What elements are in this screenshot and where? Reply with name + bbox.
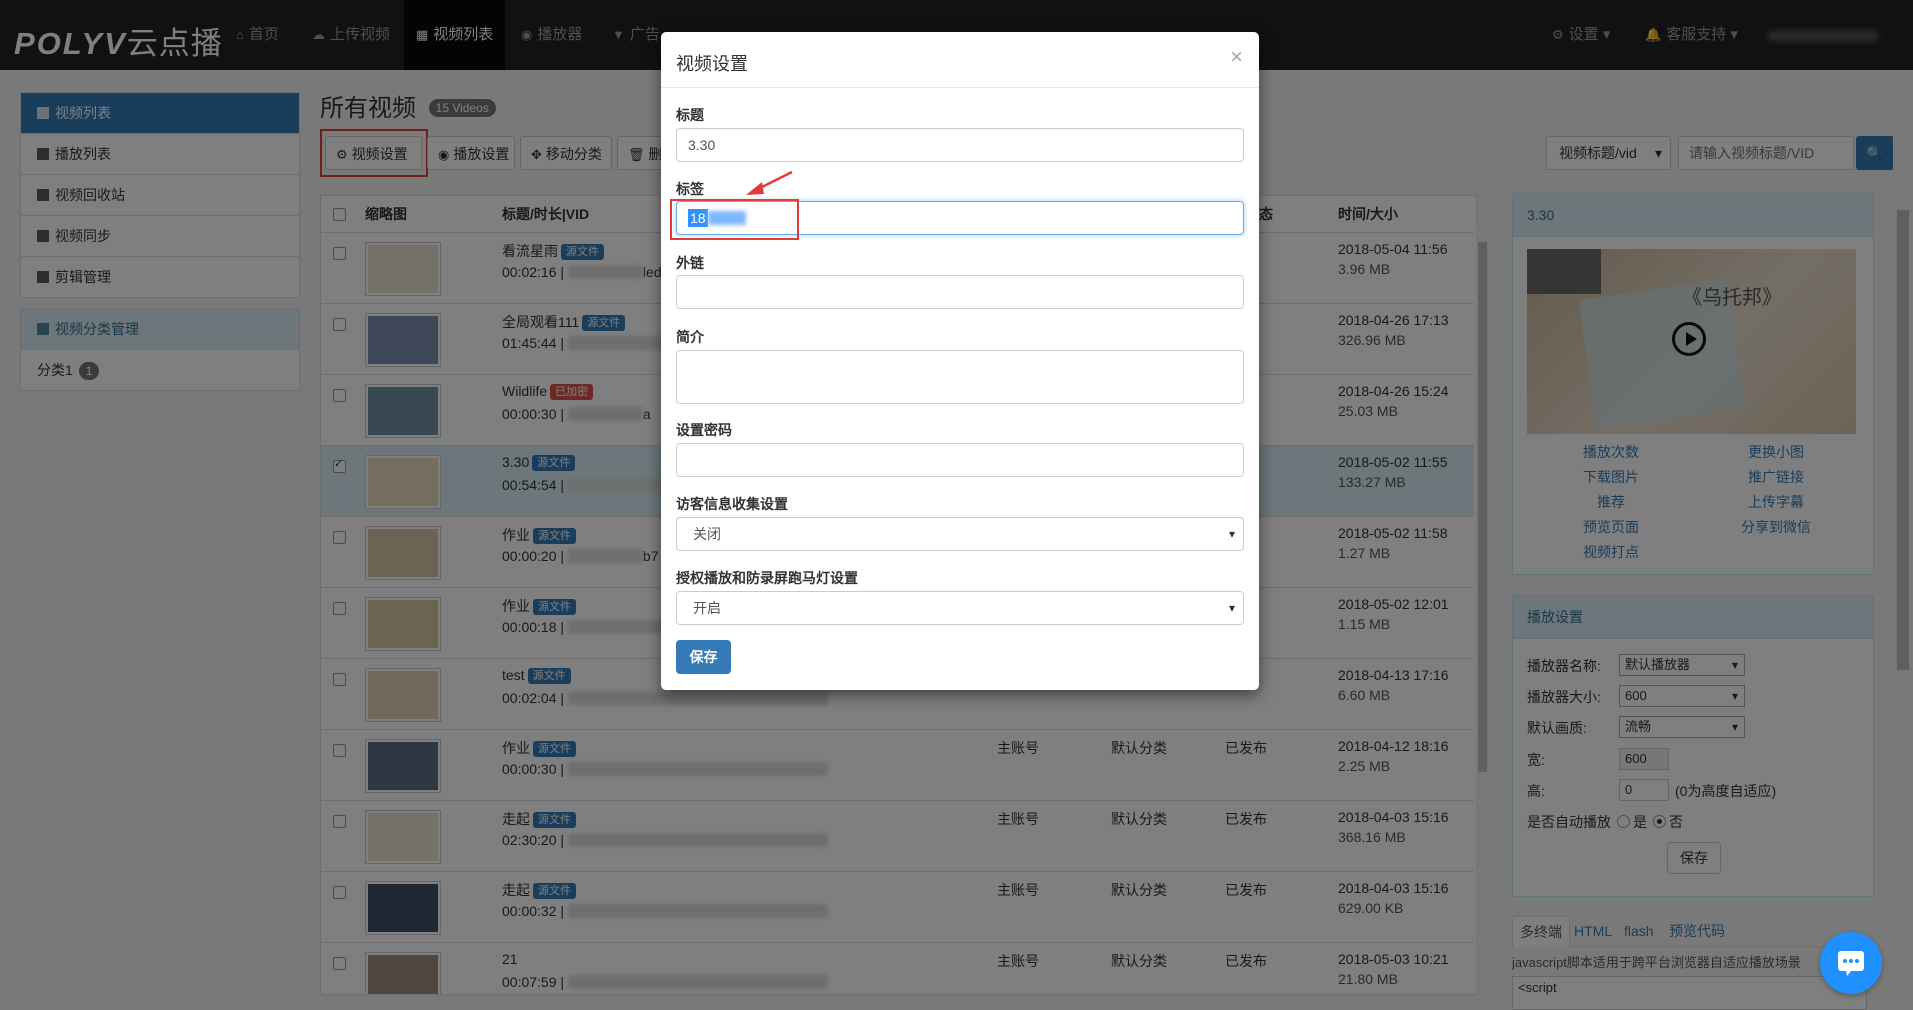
chat-button[interactable] [1820,932,1882,994]
password-input[interactable] [676,443,1244,477]
visitor-info-label: 访客信息收集设置 [676,496,788,512]
tags-label: 标签 [676,181,704,197]
modal-divider [661,87,1259,88]
link-label: 外链 [676,255,704,271]
intro-textarea[interactable] [676,350,1244,404]
intro-label: 简介 [676,329,704,345]
auth-play-label: 授权播放和防录屏跑马灯设置 [676,570,858,586]
modal-title: 视频设置 [676,54,748,74]
highlight-tags-input [670,199,799,240]
modal-save-button[interactable]: 保存 [676,640,731,674]
chat-icon [1838,951,1864,976]
title-input[interactable]: 3.30 [676,128,1244,162]
video-settings-modal: 视频设置 × 标题 3.30 标签 18 外链 简介 设置密码 访客信息收集设置… [661,32,1259,690]
auth-play-select[interactable]: 开启 [676,591,1244,625]
red-arrow-icon [746,170,793,195]
link-input[interactable] [676,275,1244,309]
password-label: 设置密码 [676,422,732,438]
close-icon[interactable]: × [1230,44,1243,70]
title-label: 标题 [676,107,704,123]
visitor-info-select[interactable]: 关闭 [676,517,1244,551]
